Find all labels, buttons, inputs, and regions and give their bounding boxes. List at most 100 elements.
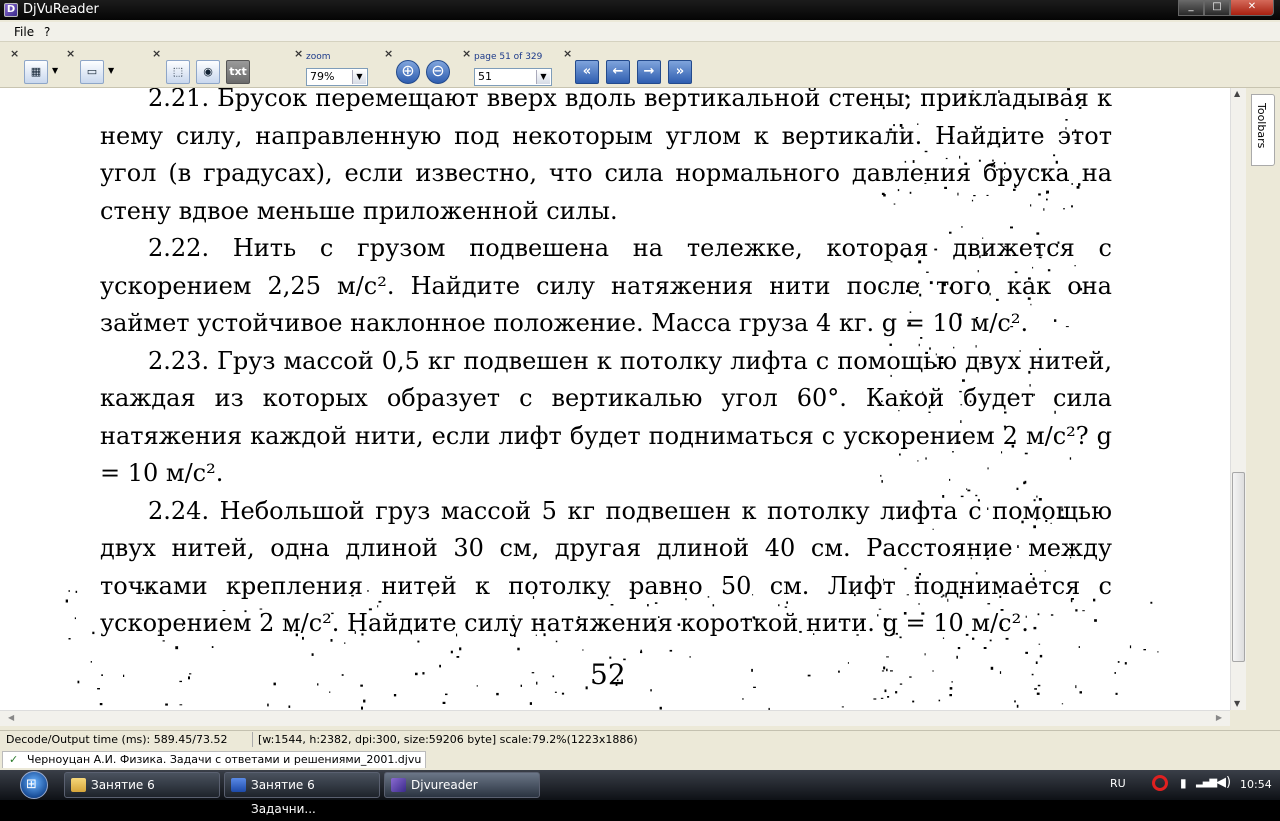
scan-speck — [450, 650, 453, 654]
next-page-button[interactable]: → — [637, 60, 661, 84]
scan-speck — [847, 662, 849, 664]
scan-speck — [899, 683, 903, 685]
scan-speck — [211, 646, 214, 648]
problem-2-24: 2.24. Небольшой груз массой 5 кг подвеше… — [100, 496, 1112, 638]
prev-page-button[interactable]: ← — [606, 60, 630, 84]
system-tray: RU ▮ ▂▄▆ ◀) 10:54 — [1096, 770, 1280, 800]
scan-speck — [1035, 661, 1038, 664]
scan-speck — [273, 682, 276, 686]
scroll-left-icon[interactable]: ◀ — [8, 713, 14, 722]
close-toolbar-icon[interactable]: × — [563, 48, 572, 59]
file-tab[interactable]: ✓ Черноуцан А.И. Физика. Задачи с ответа… — [2, 751, 427, 768]
title-bar[interactable]: D DjVuReader _ □ ✕ — [0, 0, 1280, 20]
image-mode-icon[interactable]: ◉ — [196, 60, 220, 84]
scan-speck — [1115, 692, 1118, 695]
scan-speck — [341, 674, 344, 676]
close-toolbar-icon[interactable]: × — [66, 48, 75, 59]
select-area-icon[interactable]: ⬚ — [166, 60, 190, 84]
close-toolbar-icon[interactable]: × — [462, 48, 471, 59]
scan-speck — [267, 703, 269, 707]
toolbars-tab[interactable]: Toolbars — [1251, 94, 1275, 166]
horizontal-scrollbar[interactable]: ◀ ▶ — [0, 710, 1230, 726]
scroll-right-icon[interactable]: ▶ — [1216, 713, 1222, 722]
scan-speck — [536, 681, 538, 685]
scan-speck — [415, 672, 418, 676]
taskbar-item-word[interactable]: Занятие 6 Задачни... — [224, 772, 380, 816]
signal-icon[interactable]: ▂▄▆ — [1196, 777, 1217, 788]
scan-speck — [753, 686, 756, 688]
scan-speck — [912, 700, 915, 703]
scroll-down-icon[interactable]: ▼ — [1234, 699, 1240, 708]
zoom-value: 79% — [310, 70, 335, 83]
zoom-out-button[interactable]: ⊖ — [426, 60, 450, 84]
volume-icon[interactable]: ◀) — [1216, 775, 1231, 790]
scan-speck — [179, 680, 182, 683]
page-select[interactable]: 51 ▼ — [474, 68, 552, 86]
chevron-down-icon[interactable]: ▼ — [52, 66, 58, 75]
scan-speck — [1061, 703, 1064, 705]
scan-speck — [884, 689, 887, 693]
clock[interactable]: 10:54 — [1240, 778, 1272, 791]
scan-speck — [74, 617, 76, 620]
scan-speck — [951, 681, 953, 683]
scrollbar-thumb[interactable] — [1232, 472, 1245, 662]
close-toolbar-icon[interactable]: × — [10, 48, 19, 59]
scan-speck — [1117, 661, 1120, 663]
first-page-button[interactable]: « — [575, 60, 599, 84]
scan-speck — [189, 673, 192, 675]
page-mode-icon[interactable]: ▭ — [80, 60, 104, 84]
maximize-button[interactable]: □ — [1204, 0, 1230, 16]
opera-icon[interactable] — [1152, 775, 1168, 791]
scan-speck — [807, 674, 811, 677]
scan-speck — [669, 649, 673, 652]
language-indicator[interactable]: RU — [1110, 777, 1126, 790]
scan-speck — [554, 691, 557, 693]
scan-speck — [890, 670, 893, 672]
scan-speck — [311, 653, 314, 656]
scan-speck — [1016, 704, 1019, 708]
word-document-icon — [231, 778, 246, 792]
problem-2-21: 2.21. Брусок перемещают вверх вдоль верт… — [100, 88, 1112, 225]
scan-speck — [949, 687, 953, 690]
close-button[interactable]: ✕ — [1230, 0, 1274, 16]
zoom-in-button[interactable]: ⊕ — [396, 60, 420, 84]
scan-speck — [956, 655, 958, 659]
scan-speck — [288, 705, 291, 708]
scan-speck — [1037, 684, 1041, 687]
scan-speck — [886, 656, 889, 658]
scan-speck — [887, 696, 890, 698]
text-mode-button[interactable]: txt — [226, 60, 250, 84]
last-page-button[interactable]: » — [668, 60, 692, 84]
taskbar-item-djvureader[interactable]: Djvureader — [384, 772, 540, 798]
chevron-down-icon[interactable]: ▼ — [536, 70, 550, 84]
menu-help[interactable]: ? — [44, 25, 50, 39]
page-value: 51 — [478, 70, 492, 83]
scroll-up-icon[interactable]: ▲ — [1234, 89, 1240, 98]
close-toolbar-icon[interactable]: × — [384, 48, 393, 59]
taskbar-item-folder[interactable]: Занятие 6 — [64, 772, 220, 798]
chevron-down-icon[interactable]: ▼ — [108, 66, 114, 75]
windows-flag-icon: ⊞ — [26, 777, 37, 792]
scan-speck — [68, 590, 70, 592]
vertical-scrollbar[interactable]: ▲ ▼ — [1230, 88, 1246, 710]
scan-speck — [520, 684, 522, 687]
minimize-button[interactable]: _ — [1178, 0, 1204, 16]
network-icon[interactable]: ▮ — [1180, 776, 1187, 790]
scan-speck — [529, 702, 532, 705]
scan-speck — [179, 704, 183, 706]
layout-icon[interactable]: ▦ — [24, 60, 48, 84]
zoom-select[interactable]: 79% ▼ — [306, 68, 368, 86]
problem-2-23: 2.23. Груз массой 0,5 кг подвешен к пото… — [100, 346, 1112, 488]
file-tab-bar: ✓ Черноуцан А.И. Физика. Задачи с ответа… — [0, 749, 1280, 770]
close-toolbar-icon[interactable]: × — [152, 48, 161, 59]
close-toolbar-icon[interactable]: × — [294, 48, 303, 59]
start-button[interactable]: ⊞ — [10, 771, 58, 799]
scan-speck — [650, 689, 652, 692]
chevron-down-icon[interactable]: ▼ — [352, 70, 366, 84]
scan-speck — [1114, 672, 1116, 674]
menu-file[interactable]: File — [14, 25, 34, 39]
scan-speck — [456, 656, 460, 658]
document-view[interactable]: 2.21. Брусок перемещают вверх вдоль верт… — [0, 88, 1246, 710]
scan-speck — [459, 647, 462, 651]
scan-speck — [1025, 651, 1028, 654]
